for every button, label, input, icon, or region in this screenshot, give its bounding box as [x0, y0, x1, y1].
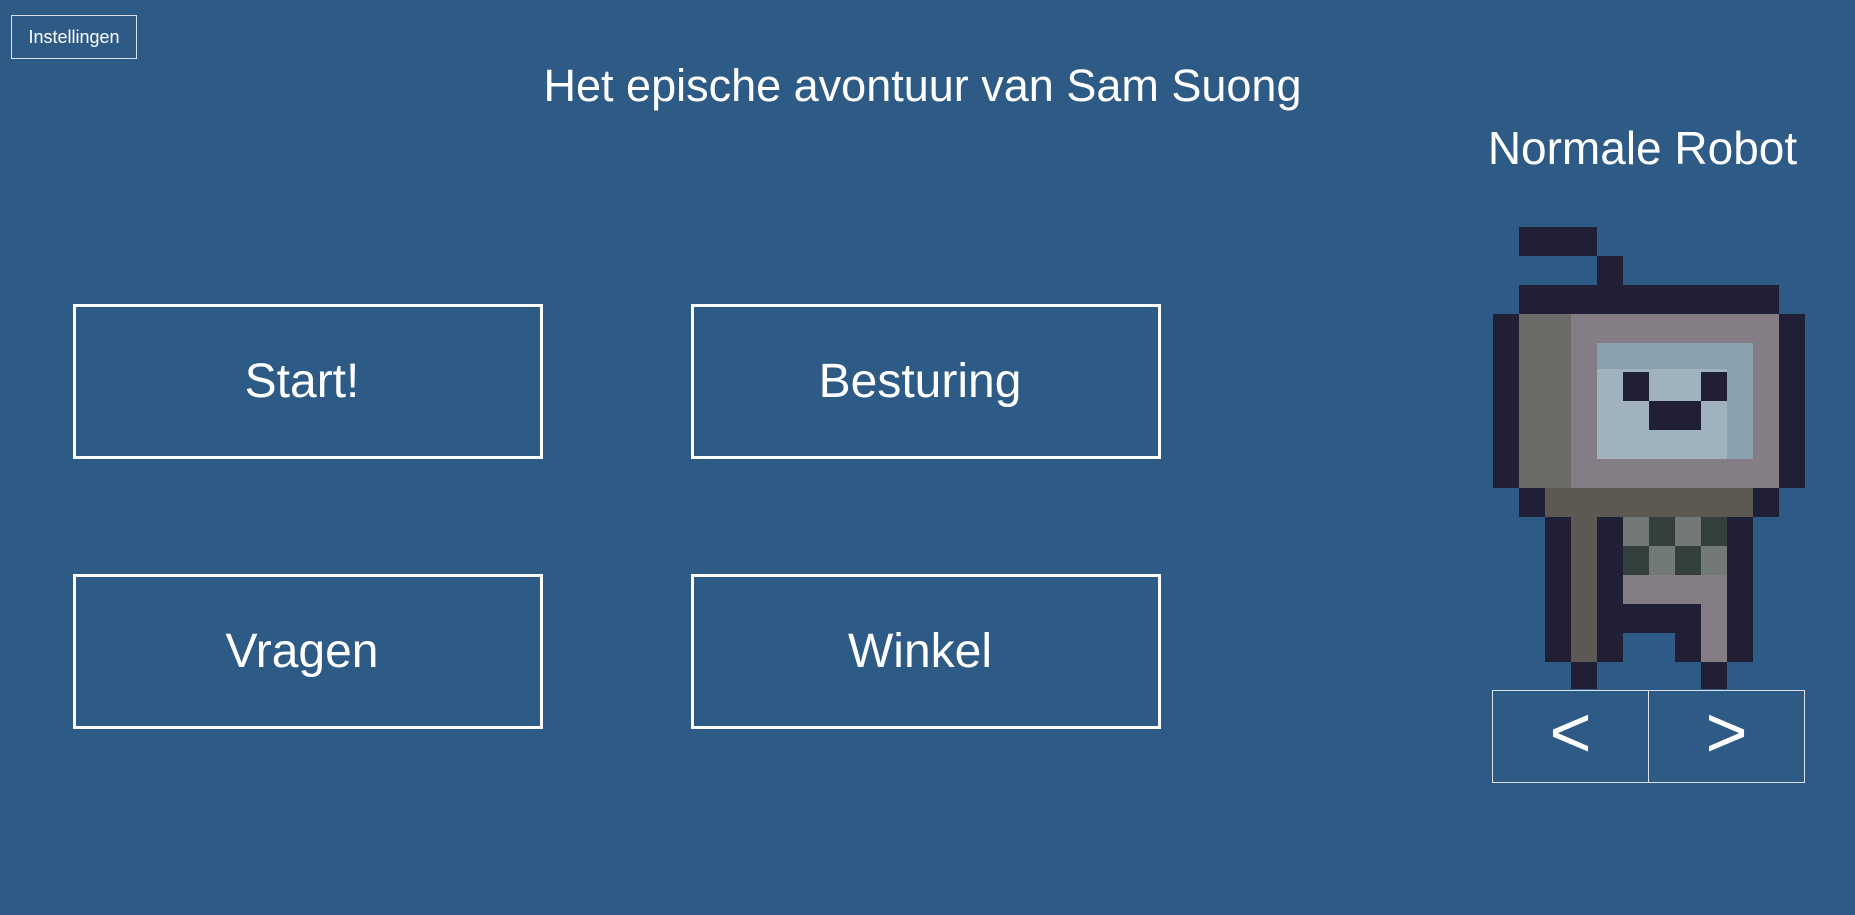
- next-character-button[interactable]: >: [1648, 690, 1805, 783]
- shop-button[interactable]: Winkel: [691, 574, 1161, 729]
- settings-button[interactable]: Instellingen: [11, 15, 137, 59]
- previous-character-button[interactable]: <: [1492, 690, 1649, 783]
- questions-button[interactable]: Vragen: [73, 574, 543, 729]
- chevron-right-icon: >: [1705, 692, 1748, 773]
- chevron-left-icon: <: [1549, 692, 1592, 773]
- start-button[interactable]: Start!: [73, 304, 543, 459]
- game-title: Het epische avontuur van Sam Suong: [543, 60, 1302, 111]
- controls-button[interactable]: Besturing: [691, 304, 1161, 459]
- character-name: Normale Robot: [1487, 122, 1798, 174]
- robot-character-sprite: [1493, 227, 1805, 689]
